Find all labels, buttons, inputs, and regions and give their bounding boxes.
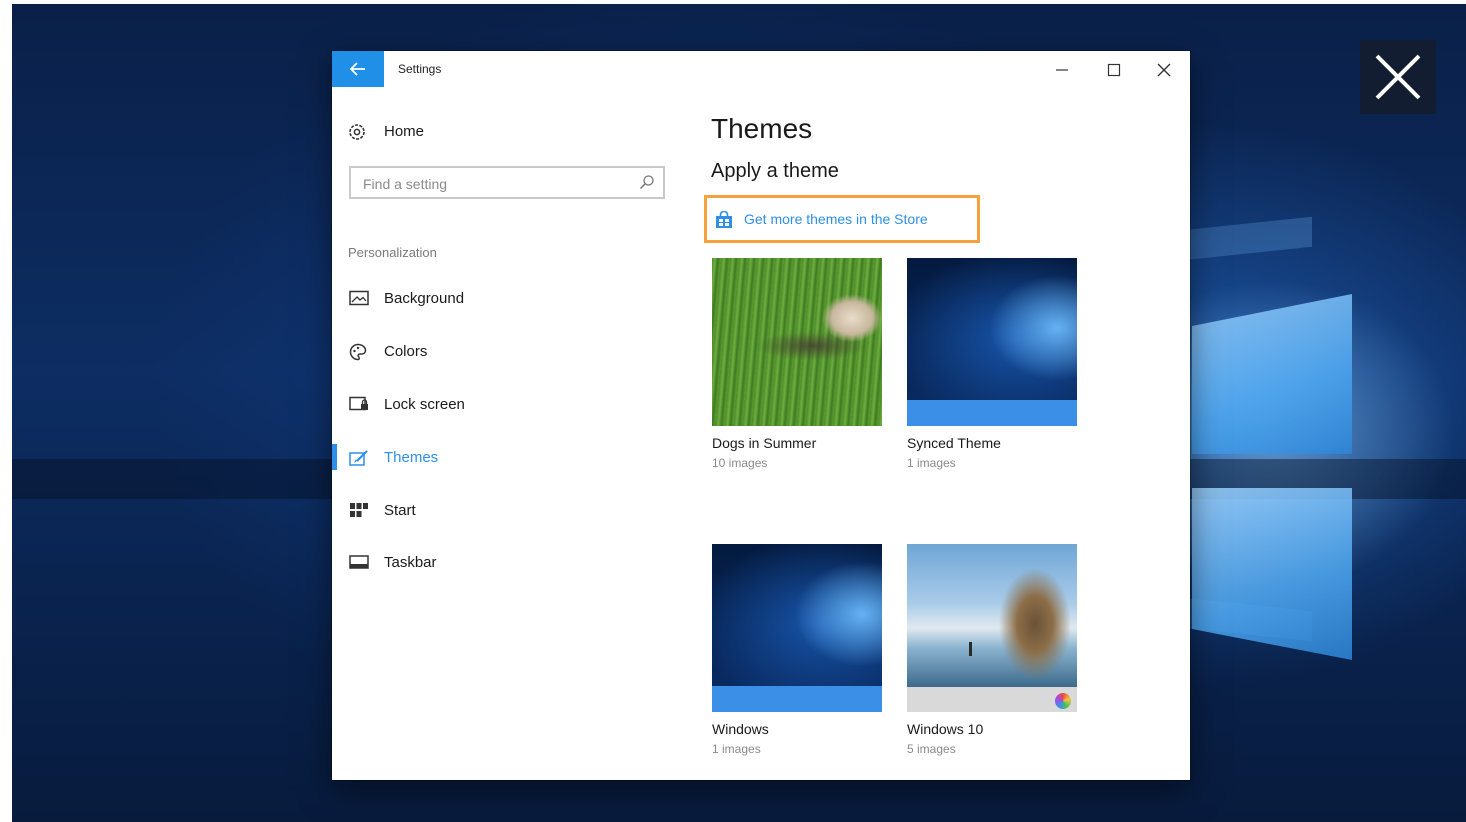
- sidebar-item-themes[interactable]: Themes: [332, 440, 672, 476]
- theme-card-windows-10[interactable]: Windows 10 5 images: [907, 544, 1077, 756]
- minimize-button[interactable]: [1042, 55, 1082, 83]
- sidebar-item-label: Lock screen: [384, 396, 465, 413]
- selection-indicator: [332, 444, 337, 470]
- search-input[interactable]: [361, 173, 635, 195]
- sidebar-item-label: Background: [384, 290, 465, 307]
- search-icon[interactable]: [639, 174, 655, 190]
- sidebar-item-taskbar[interactable]: Taskbar: [332, 545, 672, 581]
- section-heading: Apply a theme: [711, 160, 839, 182]
- window-title: Settings: [398, 62, 442, 76]
- close-button[interactable]: [1144, 55, 1184, 83]
- theme-image-count: 5 images: [907, 742, 956, 756]
- sidebar-item-colors[interactable]: Colors: [332, 334, 672, 370]
- maximize-icon: [1107, 63, 1121, 77]
- brush-icon: [349, 450, 368, 466]
- theme-name: Synced Theme: [907, 435, 1001, 451]
- wallpaper-window-pane: [1192, 488, 1352, 660]
- overlay-close-button[interactable]: [1360, 40, 1436, 114]
- back-button[interactable]: [332, 51, 384, 87]
- theme-image-count: 10 images: [712, 456, 768, 470]
- close-icon: [1375, 54, 1421, 100]
- theme-name: Windows 10: [907, 721, 984, 737]
- sidebar-item-label: Themes: [384, 449, 439, 466]
- palette-icon: [349, 343, 367, 361]
- store-link-label: Get more themes in the Store: [744, 211, 928, 227]
- sidebar-item-label: Colors: [384, 343, 428, 360]
- taskbar-icon: [349, 555, 369, 569]
- theme-thumbnail: [712, 544, 882, 712]
- search-box: [349, 166, 665, 199]
- picture-icon: [349, 290, 369, 306]
- section-label-personalization: Personalization: [348, 245, 437, 260]
- theme-card-windows[interactable]: Windows 1 images: [712, 544, 882, 756]
- sidebar-item-label: Taskbar: [384, 554, 437, 571]
- store-link[interactable]: Get more themes in the Store: [704, 195, 980, 243]
- theme-accent-bar: [712, 686, 882, 712]
- theme-card-dogs-in-summer[interactable]: Dogs in Summer 10 images: [712, 258, 882, 470]
- theme-image-count: 1 images: [712, 742, 761, 756]
- sidebar-item-lock-screen[interactable]: Lock screen: [332, 387, 672, 423]
- theme-card-synced-theme[interactable]: Synced Theme 1 images: [907, 258, 1077, 470]
- sidebar-item-start[interactable]: Start: [332, 493, 672, 529]
- theme-thumbnail: [907, 544, 1077, 712]
- theme-name: Dogs in Summer: [712, 435, 817, 451]
- theme-accent-bar: [907, 400, 1077, 426]
- sidebar-item-background[interactable]: Background: [332, 281, 672, 317]
- back-arrow-icon: [350, 62, 365, 76]
- start-grid-icon: [350, 503, 368, 517]
- page-title: Themes: [711, 113, 813, 144]
- nav-home[interactable]: Home: [348, 121, 498, 143]
- nav-home-label: Home: [384, 123, 425, 140]
- theme-name: Windows: [712, 721, 769, 737]
- close-icon: [1157, 63, 1171, 77]
- thumbnail-figure: [969, 642, 972, 656]
- lock-screen-icon: [349, 396, 368, 411]
- theme-thumbnail: [712, 258, 882, 426]
- settings-window: Settings Home Personalization Background: [332, 51, 1190, 780]
- theme-thumbnail: [907, 258, 1077, 426]
- sidebar-item-label: Start: [384, 502, 416, 519]
- color-wheel-icon: [1055, 693, 1071, 709]
- minimize-icon: [1056, 69, 1068, 71]
- store-bag-icon: [716, 211, 732, 228]
- title-bar: Settings: [332, 51, 1190, 87]
- wallpaper-window-pane: [1192, 294, 1352, 454]
- maximize-button[interactable]: [1094, 55, 1134, 83]
- theme-image-count: 1 images: [907, 456, 956, 470]
- gear-icon: [349, 124, 365, 140]
